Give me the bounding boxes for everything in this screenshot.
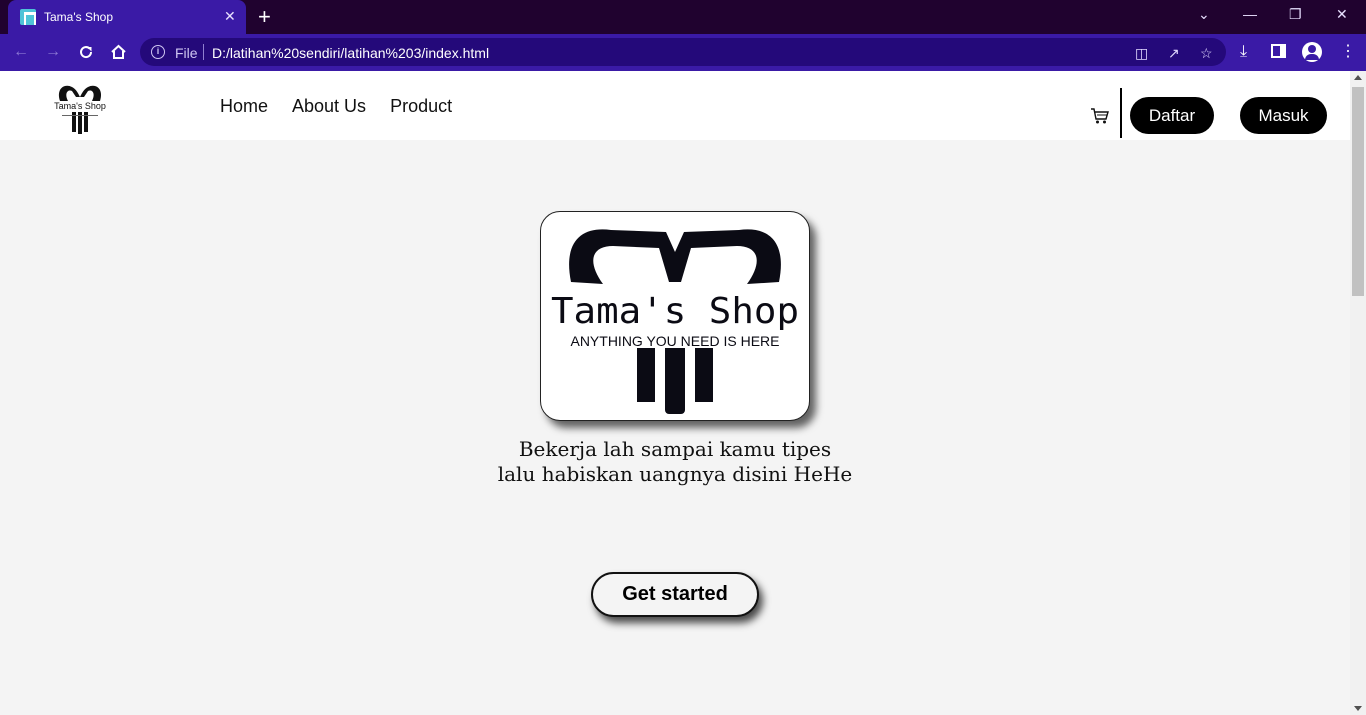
cart-icon[interactable] [1090, 107, 1110, 125]
bookmark-star-icon[interactable]: ☆ [1200, 45, 1213, 62]
close-window-button[interactable]: ✕ [1336, 6, 1348, 23]
hero-logo-card: Tama's Shop ANYTHING YOU NEED IS HERE [540, 211, 810, 421]
nav-link-home[interactable]: Home [220, 96, 268, 117]
url-text[interactable]: D:/latihan%20sendiri/latihan%203/index.h… [212, 45, 489, 61]
logo-text: Tama's Shop [54, 101, 106, 111]
tab-title: Tama's Shop [44, 10, 113, 24]
restore-button[interactable]: ❐ [1289, 6, 1302, 23]
address-bar[interactable]: i File D:/latihan%20sendiri/latihan%203/… [140, 38, 1226, 66]
favicon-icon [20, 9, 36, 25]
nav-link-product[interactable]: Product [390, 96, 452, 117]
omnibox-divider [203, 44, 204, 60]
translate-icon[interactable]: ◫ [1135, 45, 1148, 62]
hero-logo: Tama's Shop ANYTHING YOU NEED IS HERE [551, 229, 799, 414]
scrollbar-thumb[interactable] [1352, 87, 1364, 296]
minimize-button[interactable]: — [1243, 6, 1257, 22]
browser-tab-bar: Tama's Shop ✕ + ⌄ — ❐ ✕ [0, 0, 1366, 34]
tab-search-button[interactable]: ⌄ [1198, 6, 1210, 23]
file-scheme-label: File [175, 45, 198, 61]
main-nav: Home About Us Product [220, 96, 452, 117]
page-viewport: Tama's Shop Home About Us Product Daftar… [0, 71, 1350, 715]
download-icon[interactable]: ⤓ [1240, 43, 1247, 61]
site-navbar: Tama's Shop Home About Us Product Daftar… [0, 71, 1350, 140]
forward-icon[interactable]: → [45, 43, 61, 61]
scroll-down-icon[interactable] [1354, 706, 1362, 711]
tagline-line-1: Bekerja lah sampai kamu tipes [518, 437, 832, 461]
profile-icon[interactable] [1302, 42, 1322, 62]
reload-icon[interactable] [78, 44, 94, 60]
side-panel-icon[interactable] [1271, 44, 1286, 58]
nav-link-about-us[interactable]: About Us [292, 96, 366, 117]
hero-logo-title: Tama's Shop [551, 291, 799, 332]
share-icon[interactable]: ↗ [1168, 45, 1180, 62]
scroll-up-icon[interactable] [1354, 75, 1362, 80]
hero-logo-subtitle: ANYTHING YOU NEED IS HERE [570, 333, 779, 349]
tagline-line-2: lalu habiskan uangnya disini HeHe [497, 462, 853, 486]
hero-tagline: Bekerja lah sampai kamu tipes lalu habis… [0, 437, 1350, 487]
register-button[interactable]: Daftar [1130, 97, 1214, 134]
home-icon[interactable] [110, 44, 127, 60]
nav-divider [1120, 88, 1122, 138]
browser-toolbar: ← → i File D:/latihan%20sendiri/latihan%… [0, 34, 1366, 71]
site-logo[interactable]: Tama's Shop [52, 79, 108, 135]
page-scrollbar[interactable] [1350, 71, 1366, 715]
get-started-button[interactable]: Get started [591, 572, 759, 617]
new-tab-button[interactable]: + [258, 4, 271, 30]
browser-tab[interactable]: Tama's Shop ✕ [8, 0, 246, 34]
back-icon[interactable]: ← [13, 43, 29, 61]
tab-close-icon[interactable]: ✕ [224, 8, 236, 25]
login-button[interactable]: Masuk [1240, 97, 1327, 134]
menu-kebab-icon[interactable]: ⋮ [1340, 43, 1356, 61]
site-info-icon[interactable]: i [151, 45, 165, 59]
